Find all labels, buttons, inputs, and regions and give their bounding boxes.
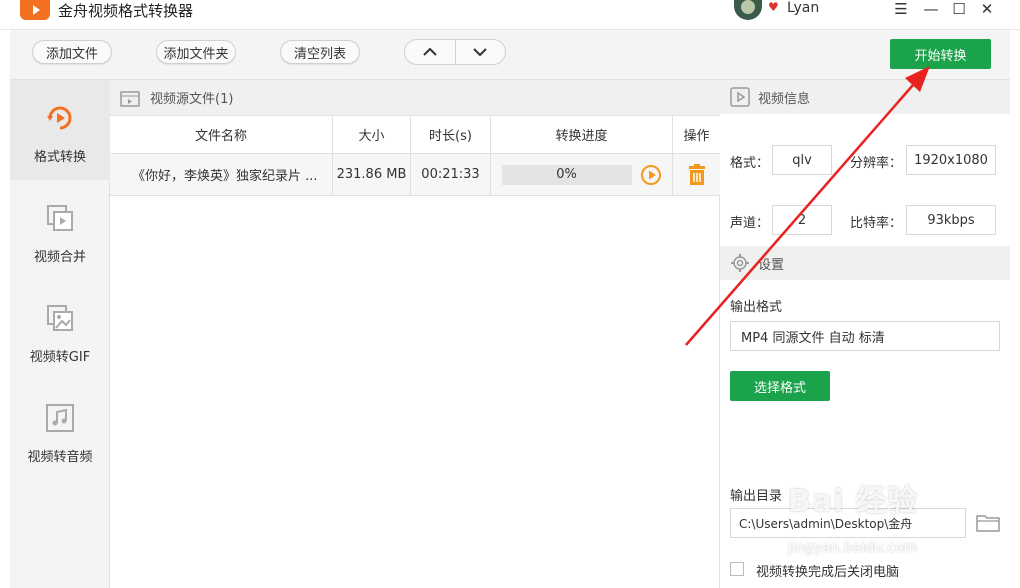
video-merge-icon bbox=[44, 202, 76, 234]
username[interactable]: Lyan bbox=[787, 0, 819, 16]
watermark-url: jingyan.baidu.com bbox=[788, 540, 918, 556]
convert-play-icon bbox=[44, 102, 76, 134]
maximize-icon[interactable]: ☐ bbox=[948, 0, 970, 20]
file-size-cell: 231.86 MB bbox=[333, 154, 411, 196]
sidebar-item-video-to-gif[interactable]: 视频转GIF bbox=[10, 280, 110, 380]
folder-icon[interactable] bbox=[976, 512, 1000, 532]
settings-title: 设置 bbox=[758, 257, 785, 273]
film-icon bbox=[120, 90, 140, 107]
avatar[interactable] bbox=[734, 0, 762, 20]
title-bar: 金舟视频格式转换器 ♥ Lyan ☰ — ☐ ✕ bbox=[0, 0, 1020, 30]
vip-badge-icon: ♥ bbox=[768, 0, 779, 14]
chevron-down-icon bbox=[473, 48, 487, 57]
file-name-cell[interactable]: 《你好，李焕英》独家纪录片 ... bbox=[110, 154, 333, 196]
play-icon[interactable] bbox=[640, 164, 662, 186]
add-file-button[interactable]: 添加文件 bbox=[32, 40, 112, 64]
file-list-pane: 视频源文件(1) 文件名称 大小 时长(s) 转换进度 操作 《你好，李焕英》独… bbox=[110, 80, 720, 588]
sidebar-item-video-merge[interactable]: 视频合并 bbox=[10, 180, 110, 280]
file-list-header: 视频源文件(1) bbox=[110, 80, 720, 116]
sidebar-item-format-convert[interactable]: 格式转换 bbox=[10, 80, 110, 180]
bitrate-value: 93kbps bbox=[906, 205, 996, 235]
format-label: 格式： bbox=[730, 156, 770, 171]
file-duration-cell: 00:21:33 bbox=[411, 154, 491, 196]
format-value: qlv bbox=[772, 145, 832, 175]
progress-cell: 0% bbox=[491, 154, 673, 196]
watermark: Bai 经验 bbox=[788, 484, 918, 519]
bitrate-label: 比特率： bbox=[850, 216, 903, 231]
file-list-title: 视频源文件(1) bbox=[150, 92, 234, 107]
column-header-action: 操作 bbox=[673, 116, 720, 154]
progress-bar: 0% bbox=[501, 164, 632, 185]
resolution-value: 1920x1080 bbox=[906, 145, 996, 175]
resolution-label: 分辨率： bbox=[850, 156, 903, 171]
sidebar-item-label: 视频合并 bbox=[33, 250, 86, 265]
app-title: 金舟视频格式转换器 bbox=[58, 2, 194, 20]
add-folder-button[interactable]: 添加文件夹 bbox=[156, 40, 236, 64]
video-info-title: 视频信息 bbox=[758, 91, 811, 107]
column-header-size[interactable]: 大小 bbox=[333, 116, 411, 154]
trash-icon[interactable] bbox=[687, 163, 707, 186]
video-info-header: 视频信息 bbox=[720, 80, 1010, 114]
output-format-label: 输出格式 bbox=[730, 300, 783, 315]
settings-header: 设置 bbox=[720, 246, 1010, 280]
shutdown-checkbox[interactable] bbox=[730, 562, 744, 576]
menu-icon[interactable]: ☰ bbox=[890, 0, 912, 20]
gif-image-icon bbox=[44, 302, 76, 334]
channels-label: 声道： bbox=[730, 216, 770, 231]
output-dir-label: 输出目录 bbox=[730, 489, 783, 504]
column-header-progress[interactable]: 转换进度 bbox=[491, 116, 673, 154]
output-format-field[interactable]: MP4 同源文件 自动 标清 bbox=[730, 321, 1000, 351]
choose-format-button[interactable]: 选择格式 bbox=[730, 371, 830, 401]
progress-text: 0% bbox=[556, 167, 577, 182]
sidebar-item-label: 格式转换 bbox=[33, 150, 86, 165]
column-header-name[interactable]: 文件名称 bbox=[110, 116, 333, 154]
music-note-icon bbox=[44, 402, 76, 434]
chevron-up-icon bbox=[423, 47, 437, 56]
sidebar-item-video-to-audio[interactable]: 视频转音频 bbox=[10, 380, 110, 480]
sidebar-item-label: 视频转GIF bbox=[29, 350, 91, 365]
move-up-button[interactable] bbox=[405, 40, 456, 64]
sidebar-item-label: 视频转音频 bbox=[27, 450, 93, 465]
toolbar: 添加文件 添加文件夹 清空列表 开始转换 bbox=[10, 30, 1010, 80]
clear-list-button[interactable]: 清空列表 bbox=[280, 40, 360, 64]
minimize-icon[interactable]: — bbox=[920, 0, 942, 20]
move-down-button[interactable] bbox=[456, 40, 506, 64]
channels-value: 2 bbox=[772, 205, 832, 235]
app-logo-icon bbox=[20, 0, 50, 20]
sidebar: 格式转换 视频合并 视频转GIF 视频转音频 bbox=[10, 80, 110, 588]
gear-icon bbox=[731, 254, 749, 272]
video-info-icon bbox=[730, 87, 750, 107]
shutdown-label: 视频转换完成后关闭电脑 bbox=[756, 565, 900, 580]
action-cell bbox=[673, 154, 720, 196]
column-header-duration[interactable]: 时长(s) bbox=[411, 116, 491, 154]
move-buttons bbox=[404, 39, 506, 65]
close-icon[interactable]: ✕ bbox=[976, 0, 998, 20]
start-convert-button[interactable]: 开始转换 bbox=[890, 39, 991, 69]
